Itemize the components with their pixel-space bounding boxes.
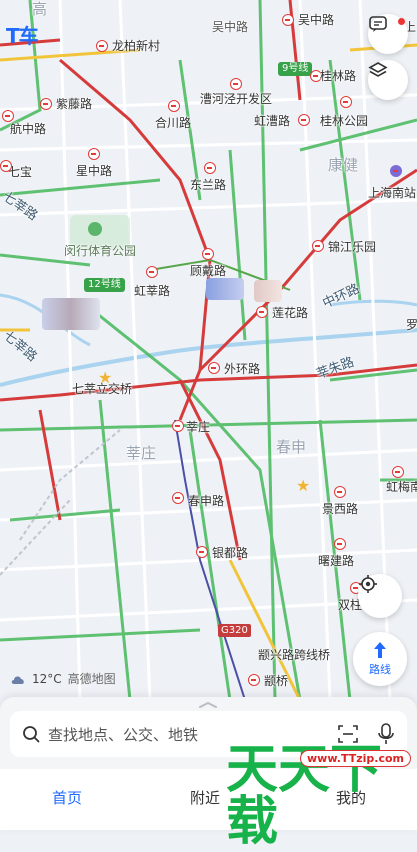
route-button[interactable]: 路线 — [353, 632, 407, 686]
metro-icon — [0, 160, 12, 172]
metro-icon — [340, 96, 352, 108]
metro-icon — [298, 114, 310, 126]
metro-icon — [282, 14, 294, 26]
station-label: 漕河泾开发区 — [200, 92, 273, 106]
metro-icon — [40, 98, 52, 110]
station-label: 银都路 — [212, 546, 249, 560]
station-label: 莲花路 — [272, 306, 309, 320]
blurred-marker — [206, 278, 244, 300]
park-label: 闵行体育公园 — [64, 244, 137, 258]
tab-nearby[interactable]: 附近 — [190, 787, 220, 808]
metro-icon — [168, 100, 180, 112]
metro-icon — [146, 266, 158, 278]
app-logo: T车 — [6, 24, 39, 48]
metro-icon — [88, 148, 100, 160]
station-label: 桂林路 — [320, 69, 357, 83]
district-label: 莘庄 — [126, 444, 157, 462]
road-label: 颛兴路跨线桥 — [258, 648, 331, 662]
station-label: 虹漕路 — [254, 114, 291, 128]
layers-icon — [368, 62, 388, 77]
metro-icon — [248, 674, 260, 686]
metro-line-badge: 9号线 — [278, 62, 313, 76]
station-label: 虹梅南路 — [386, 480, 417, 494]
train-station-icon — [390, 165, 402, 177]
search-icon — [23, 726, 40, 743]
weather-widget: 12°C 高德地图 — [10, 670, 116, 687]
metro-icon — [96, 40, 108, 52]
station-label: 顾戴路 — [190, 264, 227, 278]
route-label: 路线 — [369, 663, 391, 676]
station-label: 龙柏新村 — [112, 39, 161, 53]
chevron-up-icon[interactable] — [198, 701, 218, 709]
route-arrow-icon — [374, 642, 386, 658]
station-label: 紫藤路 — [56, 97, 93, 111]
station-label: 景西路 — [322, 502, 359, 516]
metro-icon — [172, 492, 184, 504]
station-label: 曙建路 — [318, 554, 355, 568]
tab-home[interactable]: 首页 — [52, 787, 82, 808]
metro-icon — [230, 78, 242, 90]
station-label: 春申路 — [188, 494, 225, 508]
map-view[interactable]: 高 T车 吴中路 上 龙柏新村 吴中路 9号线 桂林路 紫藤路 漕河泾开发区 合… — [0, 0, 417, 700]
watermark: 天天下载 www.TTzip.com — [226, 740, 416, 848]
metro-icon — [208, 362, 220, 374]
road-label: 罗 — [406, 318, 417, 332]
metro-icon — [334, 538, 346, 550]
metro-icon — [172, 420, 184, 432]
station-label: 合川路 — [155, 116, 192, 130]
map-brand: 高德地图 — [67, 672, 116, 686]
station-label: 吴中路 — [298, 13, 335, 27]
metro-icon — [204, 162, 216, 174]
label-partial-top: 高 — [32, 0, 48, 18]
cloud-icon — [11, 675, 24, 684]
highway-badge: G320 — [218, 624, 251, 637]
station-label: 外环路 — [224, 362, 261, 376]
blurred-marker — [254, 280, 282, 302]
metro-icon — [334, 486, 346, 498]
station-label: 上海南站 — [368, 186, 417, 200]
metro-icon — [256, 306, 268, 318]
message-button[interactable] — [368, 14, 408, 54]
locate-icon — [359, 575, 377, 593]
star-icon: ★ — [296, 476, 311, 495]
blurred-marker — [42, 298, 100, 330]
road-label: 吴中路 — [212, 20, 249, 34]
park-icon — [88, 222, 102, 236]
station-label: 颛桥 — [264, 674, 289, 688]
locate-button[interactable] — [358, 574, 402, 618]
watermark-url: www.TTzip.com — [300, 750, 411, 767]
station-label: 桂林公园 — [320, 114, 369, 128]
metro-icon — [2, 110, 14, 122]
metro-icon — [312, 240, 324, 252]
station-label: 东兰路 — [190, 178, 227, 192]
metro-icon — [392, 466, 404, 478]
district-label: 康健 — [328, 156, 359, 174]
district-label: 春申 — [276, 438, 307, 456]
metro-icon — [202, 248, 214, 260]
temperature: 12°C — [32, 671, 62, 686]
station-label: 锦江乐园 — [328, 240, 377, 254]
station-label: 虹莘路 — [134, 284, 171, 298]
metro-line-badge: 12号线 — [84, 278, 125, 292]
message-icon — [369, 16, 387, 32]
road-label: 七莘立交桥 — [72, 382, 133, 396]
station-label: 星中路 — [76, 164, 113, 178]
station-label: 莘庄 — [186, 420, 211, 434]
station-label: 航中路 — [10, 122, 47, 136]
layers-button[interactable] — [368, 60, 408, 100]
metro-icon — [196, 546, 208, 558]
notification-dot — [398, 18, 405, 25]
